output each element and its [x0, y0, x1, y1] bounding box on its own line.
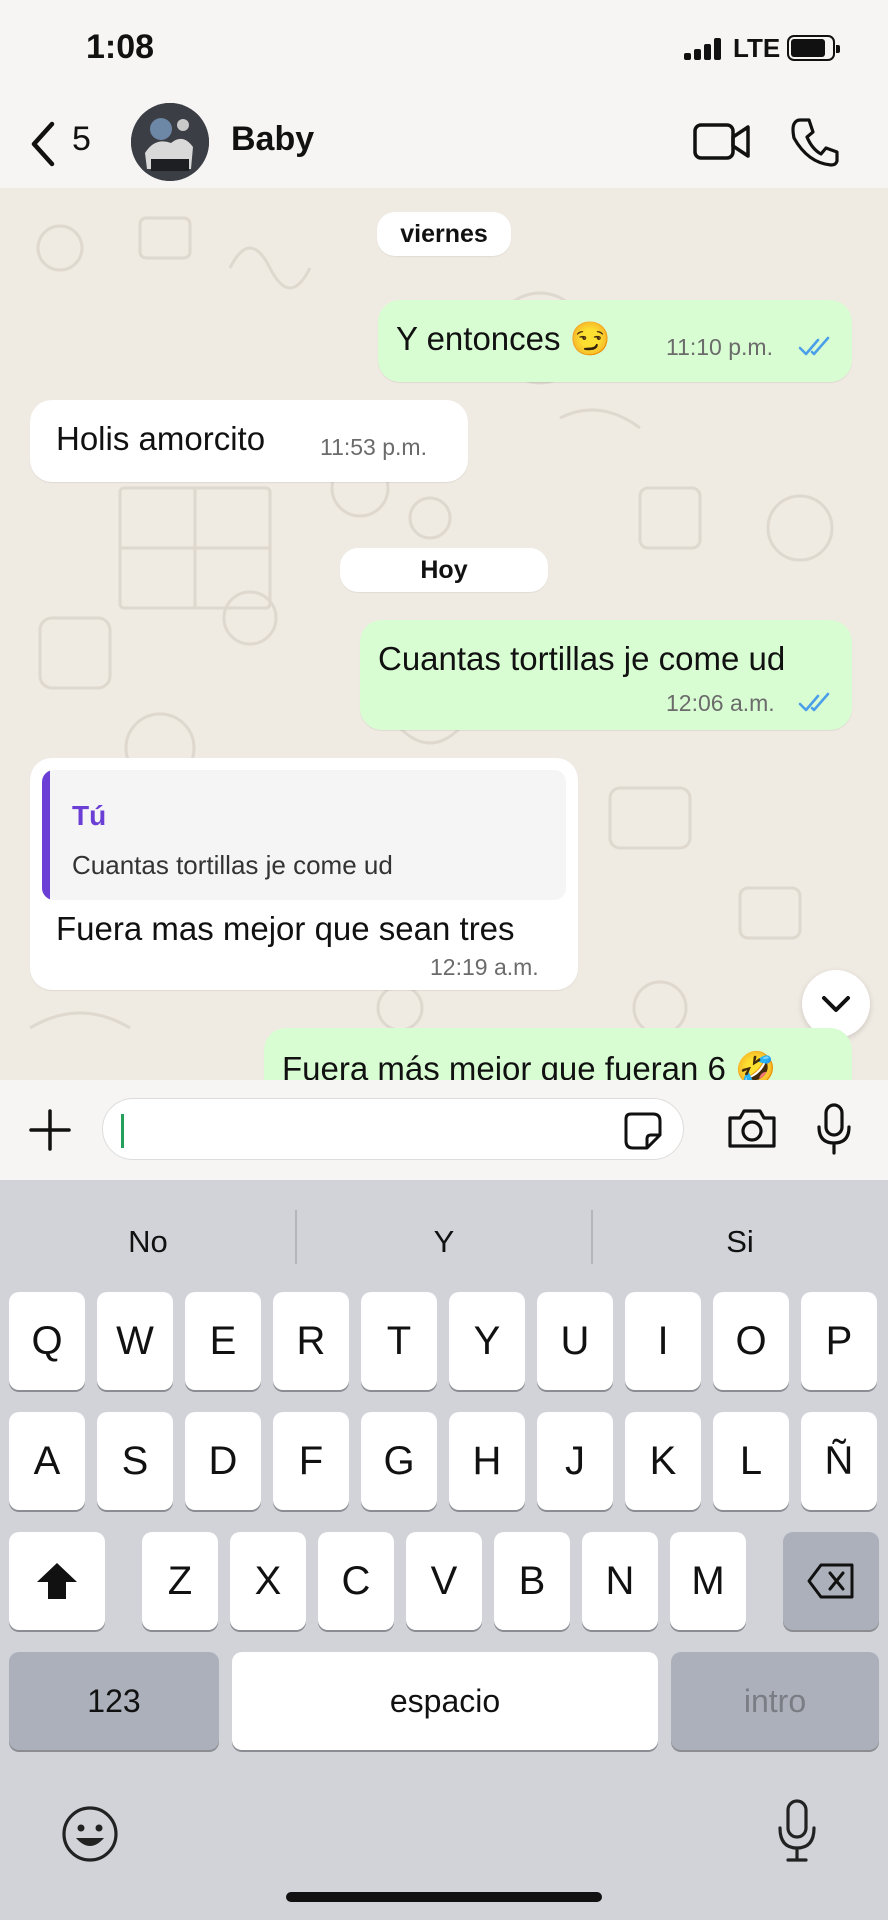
video-call-icon	[693, 123, 750, 160]
attach-button[interactable]	[28, 1108, 72, 1157]
sticker-button[interactable]	[623, 1111, 663, 1156]
suggestion-1[interactable]: No	[0, 1210, 296, 1274]
message-bubble-outgoing[interactable]: Fuera más mejor que fueran 6 🤣	[264, 1028, 852, 1080]
emoji-button[interactable]	[60, 1804, 120, 1869]
backspace-key[interactable]	[783, 1532, 879, 1630]
key-i[interactable]: I	[625, 1292, 701, 1390]
key-o[interactable]: O	[713, 1292, 789, 1390]
key-j[interactable]: J	[537, 1412, 613, 1510]
message-input-bar	[0, 1080, 888, 1180]
message-text: Cuantas tortillas je come ud	[378, 640, 786, 677]
suggestion-2[interactable]: Y	[296, 1210, 592, 1274]
shift-icon	[37, 1563, 77, 1599]
key-n[interactable]: N	[582, 1532, 658, 1630]
status-bar: 1:08 LTE	[0, 0, 888, 100]
key-t[interactable]: T	[361, 1292, 437, 1390]
phone-icon	[791, 118, 839, 167]
key-w[interactable]: W	[97, 1292, 173, 1390]
key-enye[interactable]: Ñ	[801, 1412, 877, 1510]
back-button[interactable]	[28, 120, 58, 168]
message-text: Y entonces 😏	[396, 320, 611, 357]
key-r[interactable]: R	[273, 1292, 349, 1390]
backspace-icon	[807, 1563, 854, 1599]
network-label: LTE	[733, 33, 781, 63]
chat-area[interactable]: viernes Y entonces 😏 11:10 p.m. Holis am…	[0, 188, 888, 1080]
key-p[interactable]: P	[801, 1292, 877, 1390]
key-l[interactable]: L	[713, 1412, 789, 1510]
back-chevron-icon	[31, 121, 55, 167]
quote-text: Cuantas tortillas je come ud	[72, 850, 393, 880]
text-cursor	[121, 1114, 124, 1148]
key-d[interactable]: D	[185, 1412, 261, 1510]
microphone-icon	[817, 1103, 851, 1155]
key-c[interactable]: C	[318, 1532, 394, 1630]
key-x[interactable]: X	[230, 1532, 306, 1630]
plus-icon	[29, 1109, 71, 1151]
suggestion-3[interactable]: Si	[592, 1210, 888, 1274]
emoji-icon	[62, 1806, 118, 1862]
sticker-icon	[624, 1112, 662, 1150]
dictation-button[interactable]	[776, 1798, 818, 1869]
signal-icon	[684, 38, 722, 60]
read-receipts-icon	[798, 692, 830, 712]
message-time: 12:19 a.m.	[430, 954, 539, 980]
microphone-icon	[778, 1799, 816, 1862]
key-f[interactable]: F	[273, 1412, 349, 1510]
battery-icon	[787, 35, 840, 61]
message-bubble-outgoing[interactable]: Y entonces 😏 11:10 p.m.	[378, 300, 852, 382]
message-text: Fuera más mejor que fueran 6 🤣	[282, 1050, 777, 1080]
space-key[interactable]: espacio	[232, 1652, 658, 1750]
numbers-key[interactable]: 123	[9, 1652, 219, 1750]
camera-icon	[728, 1109, 776, 1148]
key-y[interactable]: Y	[449, 1292, 525, 1390]
quote-accent-bar	[42, 770, 50, 900]
key-z[interactable]: Z	[142, 1532, 218, 1630]
voice-call-button[interactable]	[790, 116, 840, 173]
date-separator: Hoy	[340, 548, 548, 592]
key-s[interactable]: S	[97, 1412, 173, 1510]
key-e[interactable]: E	[185, 1292, 261, 1390]
voice-message-button[interactable]	[814, 1102, 854, 1161]
message-text: Holis amorcito	[56, 420, 266, 457]
message-bubble-outgoing[interactable]: Cuantas tortillas je come ud 12:06 a.m.	[360, 620, 852, 730]
key-a[interactable]: A	[9, 1412, 85, 1510]
key-h[interactable]: H	[449, 1412, 525, 1510]
read-receipts-icon	[798, 336, 830, 356]
message-time: 11:53 p.m.	[320, 434, 427, 460]
shift-key[interactable]	[9, 1532, 105, 1630]
key-m[interactable]: M	[670, 1532, 746, 1630]
message-bubble-incoming[interactable]: Tú Cuantas tortillas je come ud Fuera ma…	[30, 758, 578, 990]
key-k[interactable]: K	[625, 1412, 701, 1510]
unread-count[interactable]: 5	[72, 120, 91, 159]
date-separator: viernes	[377, 212, 511, 256]
quote-author: Tú	[72, 800, 107, 831]
message-time: 11:10 p.m.	[666, 334, 773, 360]
key-u[interactable]: U	[537, 1292, 613, 1390]
home-indicator	[286, 1892, 602, 1902]
contact-name[interactable]: Baby	[231, 120, 314, 159]
avatar[interactable]	[131, 103, 209, 181]
key-b[interactable]: B	[494, 1532, 570, 1630]
message-text: Fuera mas mejor que sean tres	[56, 910, 515, 947]
message-bubble-incoming[interactable]: Holis amorcito 11:53 p.m.	[30, 400, 468, 482]
message-input[interactable]	[102, 1098, 684, 1160]
key-v[interactable]: V	[406, 1532, 482, 1630]
status-time: 1:08	[86, 28, 155, 66]
chat-header: 5 Baby	[0, 100, 888, 188]
camera-button[interactable]	[726, 1106, 778, 1155]
message-time: 12:06 a.m.	[666, 690, 775, 716]
keyboard: No Y Si Q W E R T Y U I O P A S D F G H …	[0, 1180, 888, 1920]
video-call-button[interactable]	[692, 116, 752, 173]
key-g[interactable]: G	[361, 1412, 437, 1510]
key-q[interactable]: Q	[9, 1292, 85, 1390]
return-key[interactable]: intro	[671, 1652, 879, 1750]
reply-quote[interactable]: Tú Cuantas tortillas je come ud	[42, 770, 566, 900]
